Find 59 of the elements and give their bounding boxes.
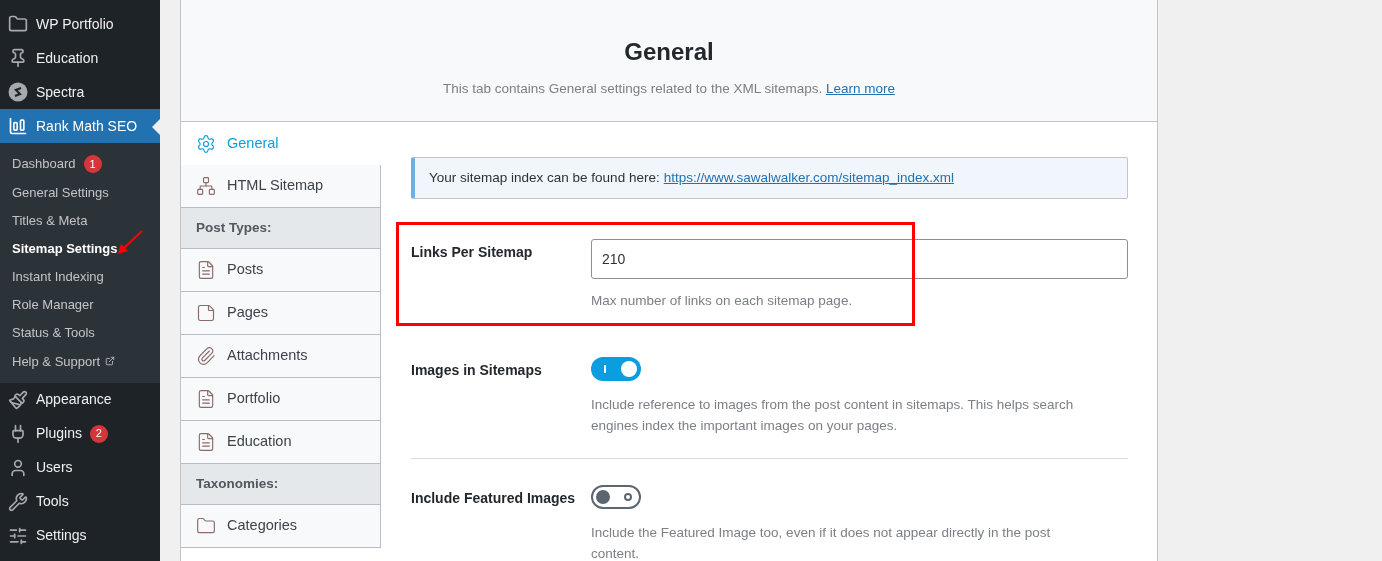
submenu-item[interactable]: Status & Tools [12,323,95,343]
submenu-item[interactable]: Help & Support [12,351,101,372]
tab[interactable]: HTML Sitemap [181,165,381,208]
sliders-icon [8,525,28,546]
tab[interactable]: Categories [181,505,381,548]
menu-item[interactable]: Spectra [0,75,160,109]
menu-item[interactable]: Rank Math SEO [0,109,160,143]
folder-icon [8,14,28,34]
tab[interactable]: Posts [181,249,381,292]
circle-logo-icon [8,82,28,102]
field-description: Max number of links on each sitemap page. [591,292,854,310]
chart-icon [8,116,28,136]
current-pointer [152,119,160,135]
learn-more-link[interactable]: Learn more [825,81,895,96]
toggle-switch[interactable] [591,485,641,509]
wrench-icon [8,491,28,512]
menu-item[interactable]: Appearance [0,382,160,417]
menu-item[interactable]: Tools [0,484,160,519]
tab[interactable]: Portfolio [181,378,381,421]
page-icon [196,303,216,323]
field-label: Images in Sitemaps [411,362,542,378]
links-input[interactable]: 210 [591,239,1128,279]
page-title: General [624,37,714,67]
settings-icon [196,133,216,154]
paintbrush-icon [8,389,28,410]
document-icon [196,260,216,280]
pin-icon [8,48,28,68]
submenu-item[interactable]: Dashboard [12,154,76,174]
folder-icon [196,516,216,536]
submenu-item[interactable]: Sitemap Settings [12,238,118,259]
menu-item[interactable]: Users [0,450,160,485]
submenu-item[interactable]: General Settings [12,182,109,203]
tab[interactable]: Attachments [181,335,381,378]
paperclip-icon [196,346,216,366]
field-label: Include Featured Images [411,490,576,506]
toggle-switch[interactable] [591,357,641,381]
menu-item[interactable]: Settings [0,518,160,553]
submenu-item[interactable]: Titles & Meta [12,210,88,231]
menu-item[interactable]: WP Portfolio [0,7,160,41]
notice-text: Your sitemap index can be found here: [429,168,660,187]
tab[interactable]: Pages [181,292,381,335]
document-icon [196,432,216,452]
tab-group-heading: Post Types: [181,208,381,249]
tab[interactable]: Education [181,421,381,464]
field-description: Include reference to images from the post content in sitemaps. This helps search engines index the important images on your pages. [591,396,1075,435]
menu-item[interactable]: Education [0,41,160,75]
count-badge: 1 [83,155,102,174]
page-subtitle: This tab contains General settings related to the XML sitemaps. Learn more [443,80,895,98]
field-label: Links Per Sitemap [411,244,533,260]
sitemap-icon [196,176,216,196]
user-icon [8,457,28,478]
sitemap-link[interactable]: https://www.sawalwalker.com/sitemap_index.xml [663,167,955,189]
menu-item[interactable]: Plugins 2 [0,416,160,451]
count-badge: 2 [89,424,108,443]
submenu-item[interactable]: Role Manager [12,295,94,315]
field-description: Include the Featured Image too, even if it does not appear directly in the post content. [591,524,1052,561]
tab-group-heading: Taxonomies: [181,464,381,505]
document-icon [196,389,216,409]
submenu-item[interactable]: Instant Indexing [12,267,104,287]
